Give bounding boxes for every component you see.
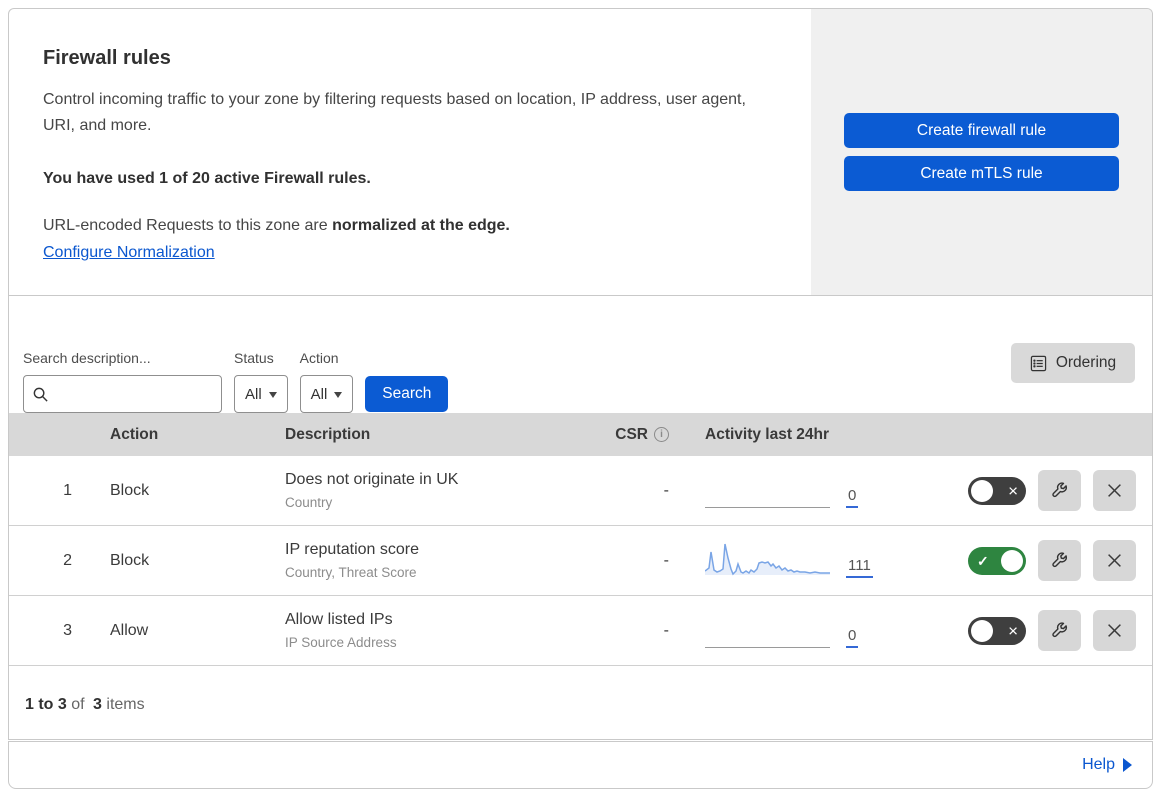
close-icon [1108,484,1121,497]
wrench-icon [1052,482,1068,498]
help-bar: Help [8,741,1153,789]
firewall-rules-header-card: Firewall rules Control incoming traffic … [8,8,1153,295]
rule-action: Block [110,551,150,569]
search-box[interactable] [23,375,222,413]
edit-rule-button[interactable] [1038,470,1081,511]
wrench-icon [1052,622,1068,638]
delete-rule-button[interactable] [1093,470,1136,511]
search-description-input[interactable] [55,385,213,403]
search-label: Search description... [23,350,151,366]
activity-flatline [705,507,830,508]
search-button[interactable]: Search [365,376,449,412]
arrow-right-icon [1123,758,1132,772]
usage-summary: You have used 1 of 20 active Firewall ru… [43,170,371,187]
ordering-list-icon [1030,355,1047,371]
rule-description: Allow listed IPs [285,611,393,628]
rule-description: IP reputation score [285,541,420,558]
ordering-button-label: Ordering [1055,354,1117,371]
activity-count-link[interactable]: 0 [846,488,859,508]
status-toggle[interactable]: ✓ × [968,476,1026,505]
help-link-label: Help [1082,756,1115,773]
cross-icon: × [1008,481,1018,500]
status-toggle[interactable]: ✓ × [968,616,1026,645]
column-csr: CSR [615,425,648,443]
create-mtls-rule-button[interactable]: Create mTLS rule [844,156,1119,191]
activity-count-link[interactable]: 0 [846,628,859,648]
normalization-status: URL-encoded Requests to this zone are no… [43,217,510,234]
rule-fields: Country [285,495,333,510]
rule-csr-value: - [663,551,669,569]
status-label: Status [234,350,274,366]
status-toggle[interactable]: ✓ × [968,546,1026,575]
status-dropdown-value: All [245,385,262,403]
close-icon [1108,624,1121,637]
rule-fields: Country, Threat Score [285,565,417,580]
rule-action: Allow [110,621,149,639]
cross-icon: × [1008,621,1018,640]
rule-csr-value: - [663,481,669,499]
chevron-down-icon [268,392,277,398]
status-dropdown[interactable]: All [234,375,288,413]
firewall-rules-list-card: Search description... Status All Action … [8,295,1153,740]
delete-rule-button[interactable] [1093,540,1136,581]
chevron-down-icon [334,392,343,398]
csr-info-icon[interactable]: i [654,427,669,442]
rule-priority: 1 [63,481,72,499]
activity-sparkline [705,468,830,508]
delete-rule-button[interactable] [1093,610,1136,651]
toggle-knob [1001,549,1023,572]
check-icon: ✓ [977,552,989,569]
close-icon [1108,554,1121,567]
ordering-button[interactable]: Ordering [1011,343,1135,383]
page-title: Firewall rules [43,47,171,69]
activity-sparkline [705,538,830,578]
activity-flatline [705,647,830,648]
create-rule-panel: Create firewall rule Create mTLS rule [811,9,1152,295]
toggle-knob [971,619,993,642]
page-description: Control incoming traffic to your zone by… [43,91,746,134]
rule-csr-value: - [663,621,669,639]
column-description: Description [285,425,371,443]
table-row: 3 Allow Allow listed IPs IP Source Addre… [9,596,1152,666]
create-firewall-rule-button[interactable]: Create firewall rule [844,113,1119,148]
table-header: Action Description CSR i Activity last 2… [9,413,1152,456]
pagination-summary: 1 to 3 of 3 items [25,696,145,713]
activity-sparkline [705,608,830,648]
rule-priority: 2 [63,551,72,569]
edit-rule-button[interactable] [1038,540,1081,581]
help-link[interactable]: Help [1082,756,1132,774]
column-activity: Activity last 24hr [705,425,830,443]
column-action: Action [110,425,159,443]
rule-action: Block [110,481,150,499]
activity-count-link[interactable]: 111 [846,558,873,578]
filter-bar: Search description... Status All Action … [9,296,1152,413]
toggle-knob [971,479,993,502]
edit-rule-button[interactable] [1038,610,1081,651]
action-label: Action [299,350,339,366]
rule-fields: IP Source Address [285,635,397,650]
search-icon [33,387,48,402]
rule-priority: 3 [63,621,72,639]
header-text-section: Firewall rules Control incoming traffic … [9,9,811,295]
wrench-icon [1052,552,1068,568]
action-dropdown[interactable]: All [299,375,354,413]
configure-normalization-link[interactable]: Configure Normalization [43,244,215,261]
rule-description: Does not originate in UK [285,471,459,488]
table-row: 2 Block IP reputation score Country, Thr… [9,526,1152,596]
table-row: 1 Block Does not originate in UK Country… [9,456,1152,526]
action-dropdown-value: All [310,385,328,403]
